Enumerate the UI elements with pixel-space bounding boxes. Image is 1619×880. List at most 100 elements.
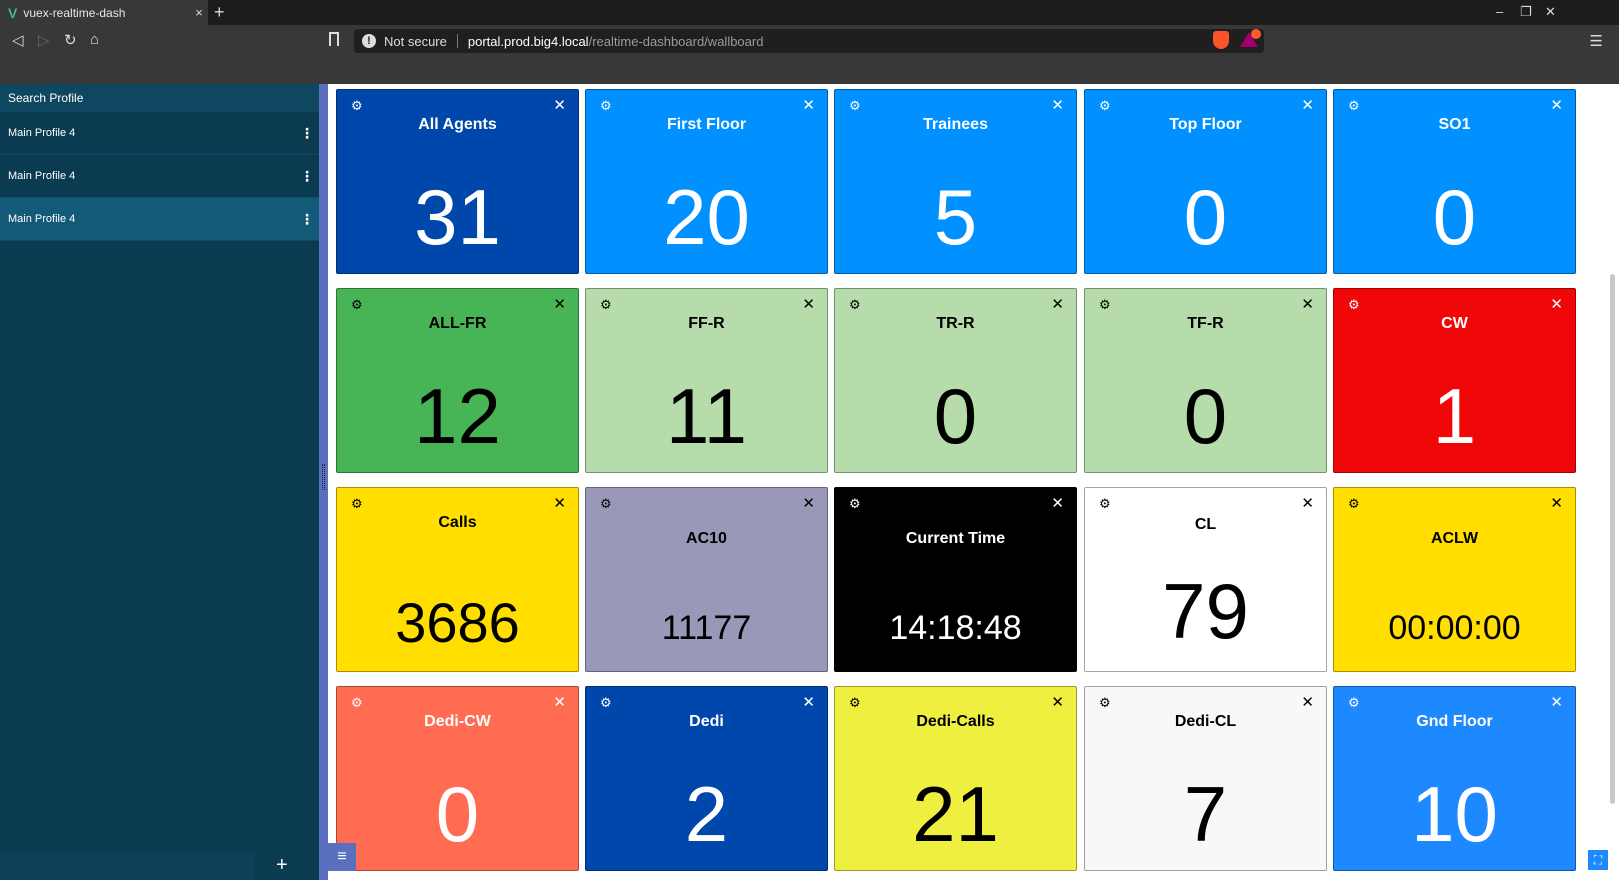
- home-icon[interactable]: ⌂: [90, 31, 99, 48]
- tile-title: AC10: [686, 530, 727, 547]
- tile-cw[interactable]: ⚙ ✕ CW 1: [1333, 288, 1576, 473]
- tile-all-fr[interactable]: ⚙ ✕ ALL-FR 12: [336, 288, 579, 473]
- close-icon[interactable]: ✕: [1051, 96, 1064, 114]
- tile-first-floor[interactable]: ⚙ ✕ First Floor 20: [585, 89, 828, 274]
- splitter-grip-icon: [322, 464, 325, 490]
- brave-shields-icon[interactable]: [1213, 31, 1229, 49]
- gear-icon[interactable]: ⚙: [351, 297, 363, 313]
- close-icon[interactable]: ✕: [1301, 295, 1314, 313]
- gear-icon[interactable]: ⚙: [1099, 496, 1111, 512]
- restore-icon[interactable]: ❐: [1520, 4, 1532, 20]
- tile-calls[interactable]: ⚙ ✕ Calls 3686: [336, 487, 579, 672]
- info-icon[interactable]: !: [362, 34, 376, 48]
- tile-value: 5: [933, 173, 978, 261]
- kebab-menu-icon[interactable]: ⋮: [295, 125, 319, 142]
- close-icon[interactable]: ✕: [1301, 96, 1314, 114]
- gear-icon[interactable]: ⚙: [849, 297, 861, 313]
- tile-dedi[interactable]: ⚙ ✕ Dedi 2: [585, 686, 828, 871]
- close-icon[interactable]: ✕: [802, 494, 815, 512]
- close-icon[interactable]: ✕: [1301, 494, 1314, 512]
- kebab-menu-icon[interactable]: ⋮: [295, 168, 319, 185]
- tile-value: 0: [1183, 173, 1228, 261]
- bookmark-icon[interactable]: [329, 32, 339, 46]
- tile-top-floor[interactable]: ⚙ ✕ Top Floor 0: [1084, 89, 1327, 274]
- gear-icon[interactable]: ⚙: [1099, 98, 1111, 114]
- tile-dedi-cw[interactable]: ⚙ ✕ Dedi-CW 0: [336, 686, 579, 871]
- close-icon[interactable]: ✕: [553, 96, 566, 114]
- browser-menu-icon[interactable]: ☰: [1590, 32, 1603, 50]
- gear-icon[interactable]: ⚙: [1099, 297, 1111, 313]
- close-icon[interactable]: ✕: [802, 295, 815, 313]
- tile-current-time[interactable]: ⚙ ✕ Current Time 14:18:48: [834, 487, 1077, 672]
- address-bar[interactable]: ! Not secure portal.prod.big4.local/real…: [354, 29, 1264, 53]
- browser-toolbar: ◁ ▷ ↻ ⌂ ! Not secure portal.prod.big4.lo…: [0, 25, 1619, 58]
- tile-trainees[interactable]: ⚙ ✕ Trainees 5: [834, 89, 1077, 274]
- tile-ac10[interactable]: ⚙ ✕ AC10 11177: [585, 487, 828, 672]
- tile-dedi-calls[interactable]: ⚙ ✕ Dedi-Calls 21: [834, 686, 1077, 871]
- gear-icon[interactable]: ⚙: [600, 297, 612, 313]
- gear-icon[interactable]: ⚙: [1099, 695, 1111, 711]
- gear-icon[interactable]: ⚙: [849, 496, 861, 512]
- close-icon[interactable]: ✕: [553, 295, 566, 313]
- search-profile-field[interactable]: Search Profile: [0, 84, 319, 112]
- profile-item-active[interactable]: Main Profile 4 ⋮: [0, 198, 319, 241]
- scrollbar[interactable]: [1610, 274, 1615, 804]
- close-icon[interactable]: ✕: [1550, 494, 1563, 512]
- gear-icon[interactable]: ⚙: [600, 98, 612, 114]
- tile-value: 10: [1411, 770, 1498, 858]
- close-icon[interactable]: ✕: [802, 693, 815, 711]
- gear-icon[interactable]: ⚙: [1348, 496, 1360, 512]
- gear-icon[interactable]: ⚙: [1348, 297, 1360, 313]
- gear-icon[interactable]: ⚙: [600, 496, 612, 512]
- tile-ff-r[interactable]: ⚙ ✕ FF-R 11: [585, 288, 828, 473]
- tile-dedi-cl[interactable]: ⚙ ✕ Dedi-CL 7: [1084, 686, 1327, 871]
- sliders-settings-icon[interactable]: ≡: [328, 843, 356, 871]
- new-profile-input[interactable]: [0, 852, 255, 880]
- tab-close-icon[interactable]: ×: [190, 5, 208, 20]
- close-icon[interactable]: ✕: [553, 494, 566, 512]
- close-icon[interactable]: ✕: [1550, 693, 1563, 711]
- window-close-icon[interactable]: ✕: [1545, 4, 1556, 20]
- tile-gnd-floor[interactable]: ⚙ ✕ Gnd Floor 10: [1333, 686, 1576, 871]
- tile-tr-r[interactable]: ⚙ ✕ TR-R 0: [834, 288, 1077, 473]
- minimize-icon[interactable]: –: [1496, 4, 1503, 19]
- close-icon[interactable]: ✕: [1301, 693, 1314, 711]
- tile-value: 79: [1162, 567, 1249, 655]
- gear-icon[interactable]: ⚙: [849, 695, 861, 711]
- gear-icon[interactable]: ⚙: [1348, 98, 1360, 114]
- browser-tab[interactable]: V vuex-realtime-dash ×: [0, 0, 208, 25]
- tile-cl[interactable]: ⚙ ✕ CL 79: [1084, 487, 1327, 672]
- tile-tf-r[interactable]: ⚙ ✕ TF-R 0: [1084, 288, 1327, 473]
- gear-icon[interactable]: ⚙: [849, 98, 861, 114]
- close-icon[interactable]: ✕: [553, 693, 566, 711]
- close-icon[interactable]: ✕: [1051, 494, 1064, 512]
- resize-splitter[interactable]: [319, 84, 328, 880]
- close-icon[interactable]: ✕: [802, 96, 815, 114]
- wallboard: ⚙ ✕ All Agents 31 ⚙ ✕ First Floor 20 ⚙ ✕…: [328, 84, 1619, 880]
- tile-so1[interactable]: ⚙ ✕ SO1 0: [1333, 89, 1576, 274]
- forward-icon[interactable]: ▷: [38, 31, 50, 49]
- close-icon[interactable]: ✕: [1051, 295, 1064, 313]
- close-icon[interactable]: ✕: [1051, 693, 1064, 711]
- tile-title: Trainees: [923, 116, 988, 133]
- reload-icon[interactable]: ↻: [64, 31, 77, 49]
- gear-icon[interactable]: ⚙: [600, 695, 612, 711]
- add-profile-button[interactable]: +: [276, 855, 288, 875]
- tile-title: TF-R: [1187, 315, 1224, 332]
- tile-all-agents[interactable]: ⚙ ✕ All Agents 31: [336, 89, 579, 274]
- close-icon[interactable]: ✕: [1550, 96, 1563, 114]
- tile-aclw[interactable]: ⚙ ✕ ACLW 00:00:00: [1333, 487, 1576, 672]
- new-tab-button[interactable]: +: [214, 2, 225, 22]
- back-icon[interactable]: ◁: [12, 31, 24, 49]
- gear-icon[interactable]: ⚙: [351, 98, 363, 114]
- tile-title: Current Time: [905, 530, 1006, 547]
- profile-item[interactable]: Main Profile 4 ⋮: [0, 112, 319, 155]
- profile-item[interactable]: Main Profile 4 ⋮: [0, 155, 319, 198]
- gear-icon[interactable]: ⚙: [1348, 695, 1360, 711]
- profile-label: Main Profile 4: [8, 170, 76, 182]
- kebab-menu-icon[interactable]: ⋮: [295, 211, 319, 228]
- gear-icon[interactable]: ⚙: [351, 496, 363, 512]
- gear-icon[interactable]: ⚙: [351, 695, 363, 711]
- close-icon[interactable]: ✕: [1550, 295, 1563, 313]
- fullscreen-icon[interactable]: ⛶: [1588, 850, 1608, 870]
